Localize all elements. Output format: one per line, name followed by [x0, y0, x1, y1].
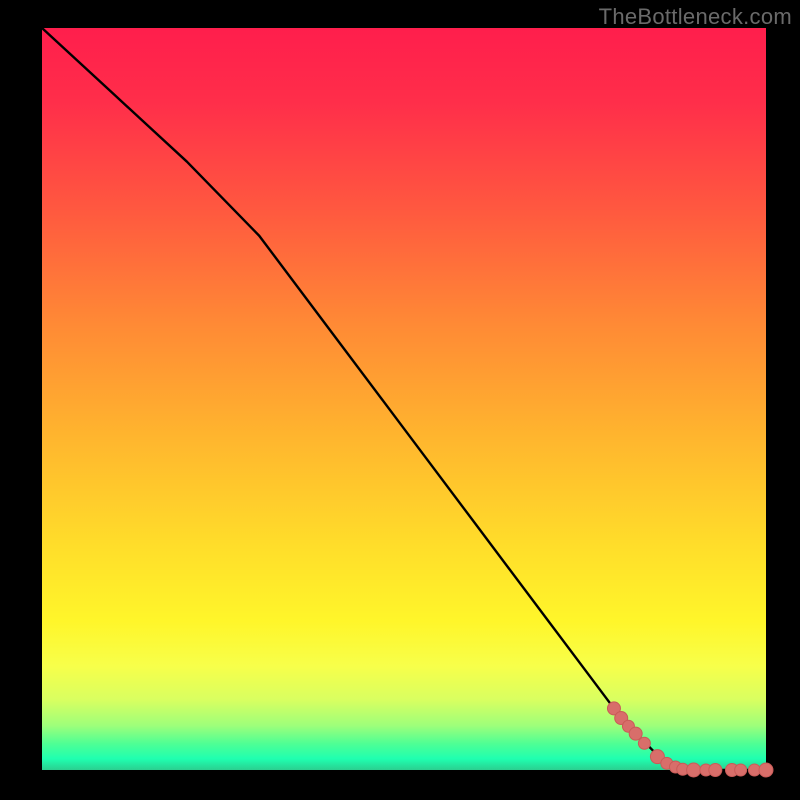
scatter-point [638, 737, 650, 749]
attribution-text: TheBottleneck.com [599, 4, 792, 30]
scatter-point [759, 763, 773, 777]
chart-svg [0, 0, 800, 800]
scatter-point [687, 763, 701, 777]
plot-area [42, 28, 766, 770]
chart-frame: { "attribution": "TheBottleneck.com", "c… [0, 0, 800, 800]
scatter-point [629, 727, 642, 740]
scatter-point [735, 764, 747, 776]
scatter-point [709, 764, 722, 777]
